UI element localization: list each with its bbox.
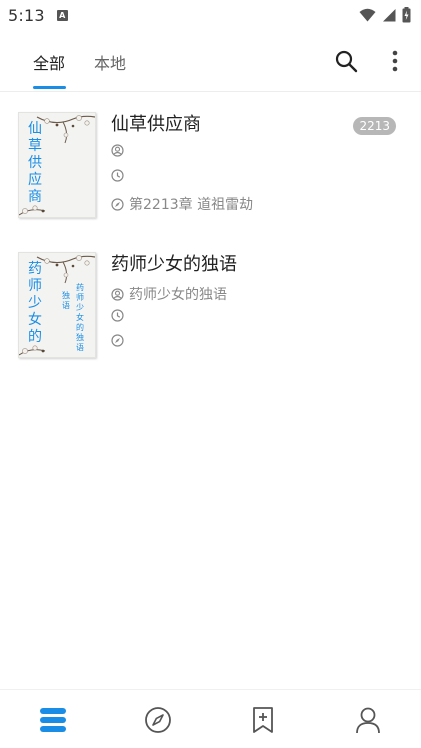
cover-flower-decoration — [19, 205, 46, 216]
latest-chapter-text: 第2213章 道祖雷劫 — [129, 197, 254, 213]
status-time: 5:13 — [8, 5, 45, 25]
signal-icon — [383, 9, 396, 22]
author-text: 药师少女的独语 — [129, 287, 227, 303]
nav-profile[interactable] — [353, 705, 383, 735]
author-row — [111, 144, 129, 157]
author-icon — [111, 144, 124, 157]
search-icon — [335, 50, 358, 73]
author-icon — [111, 287, 124, 301]
latest-chapter-row — [111, 334, 129, 347]
clock-icon — [111, 169, 124, 182]
search-button[interactable] — [333, 48, 359, 74]
more-vertical-icon — [392, 50, 398, 72]
cover-subtitle: 独语 — [62, 291, 70, 310]
bookmark-add-icon — [253, 707, 273, 733]
book-cover: 药师少女的 独语 药师少女的独语 — [18, 252, 96, 358]
top-app-bar: 全部 本地 — [0, 38, 421, 92]
nav-subscription[interactable] — [248, 705, 278, 735]
bottom-navigation — [0, 689, 421, 748]
cover-branch-decoration — [36, 115, 95, 144]
book-item[interactable]: 仙草供应商 仙草供应商 2213 第2213章 道祖雷劫 — [0, 110, 421, 250]
more-options-button[interactable] — [385, 48, 405, 74]
book-title: 药师少女的独语 — [111, 254, 237, 275]
battery-charging-icon — [402, 7, 411, 23]
active-tab-indicator — [33, 86, 66, 89]
nav-bookshelf[interactable] — [38, 705, 68, 735]
book-cover: 仙草供应商 — [18, 112, 96, 218]
bookshelf-icon — [40, 708, 66, 732]
nav-discover[interactable] — [143, 705, 173, 735]
status-bar: 5:13 A — [0, 0, 421, 30]
tab-local[interactable]: 本地 — [94, 50, 126, 74]
book-item[interactable]: 药师少女的 独语 药师少女的独语 药师少女的独语 药师少女的独语 — [0, 250, 421, 390]
latest-chapter-row: 第2213章 道祖雷劫 — [111, 194, 253, 214]
update-time-row — [111, 169, 129, 182]
status-icons — [359, 7, 411, 23]
compass-small-icon — [111, 334, 124, 347]
person-icon — [356, 707, 380, 734]
compass-small-icon — [111, 197, 124, 211]
bookshelf-list: 仙草供应商 仙草供应商 2213 第2213章 道祖雷劫 药师少女的 独语 药师… — [0, 94, 421, 390]
clock-icon — [111, 309, 124, 322]
cover-flower-decoration — [19, 345, 46, 356]
notification-icon: A — [56, 9, 68, 21]
author-row: 药师少女的独语 — [111, 284, 227, 304]
book-title: 仙草供应商 — [111, 114, 201, 135]
cover-side-title: 药师少女的独语 — [76, 283, 84, 352]
cover-branch-decoration — [36, 255, 95, 284]
tab-all[interactable]: 全部 — [33, 50, 65, 74]
update-time-row — [111, 309, 129, 322]
unread-count-badge: 2213 — [353, 117, 396, 135]
compass-icon — [145, 707, 171, 733]
wifi-icon — [359, 8, 376, 22]
